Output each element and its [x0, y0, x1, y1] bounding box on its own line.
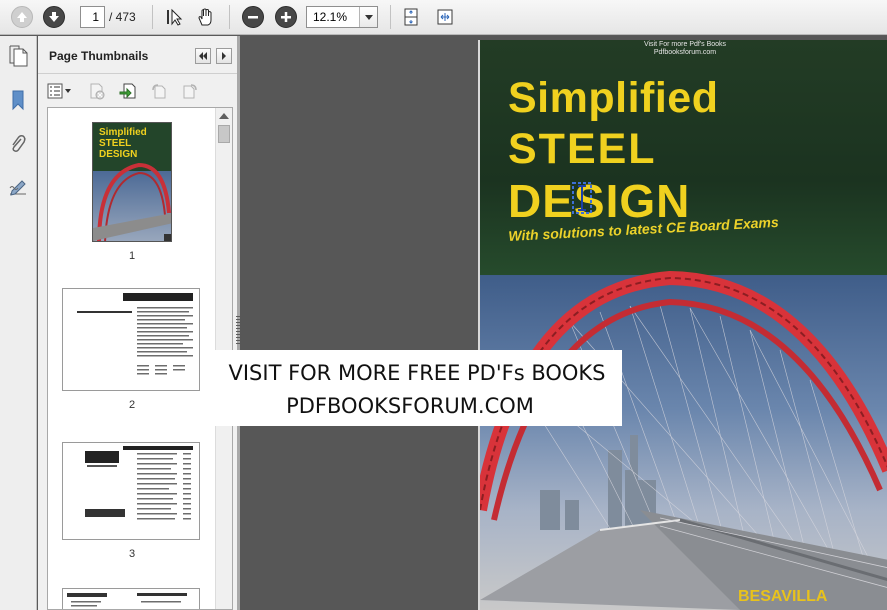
signature-icon[interactable] — [4, 174, 32, 202]
chevron-down-icon[interactable] — [359, 7, 377, 27]
thumbnail-page-3[interactable] — [62, 442, 200, 540]
text-select-cursor-icon — [572, 182, 592, 214]
scroll-up-icon[interactable] — [219, 113, 229, 119]
navigation-rail — [0, 36, 37, 610]
thumbnails-panel: Page Thumbnails Simplified STEEL DESIGN … — [38, 36, 237, 610]
toolbar-divider — [390, 5, 391, 29]
zoom-select[interactable]: 12.1% — [306, 6, 378, 28]
insert-page-icon[interactable] — [118, 81, 140, 101]
cover-notice: Visit For more Pdf's Books Pdfbooksforum… — [643, 41, 727, 56]
hand-icon[interactable] — [193, 5, 219, 29]
pages-icon[interactable] — [4, 42, 32, 70]
toolbar-divider — [229, 5, 230, 29]
delete-page-icon[interactable] — [86, 81, 108, 101]
thumbnail-page-2[interactable] — [62, 288, 200, 391]
cover-title-line1: Simplified — [508, 74, 719, 122]
promo-banner: VISIT FOR MORE FREE PD'Fs BOOKS PDFBOOKS… — [212, 350, 622, 426]
rotate-right-icon[interactable] — [179, 81, 201, 101]
fit-page-icon[interactable] — [398, 5, 424, 29]
thumbnail-page-1[interactable]: Simplified STEEL DESIGN — [92, 122, 172, 242]
thumbnail-label: 2 — [128, 399, 136, 411]
options-icon[interactable] — [46, 81, 74, 101]
panel-header: Page Thumbnails — [38, 36, 237, 74]
select-cursor-icon[interactable] — [162, 5, 188, 29]
thumbnail-label: 1 — [128, 250, 136, 262]
cover-author: BESAVILLA — [738, 588, 828, 605]
bookmark-icon[interactable] — [4, 86, 32, 114]
thumbnail-page-4[interactable] — [62, 588, 200, 609]
toolbar-divider — [152, 5, 153, 29]
banner-line2: PDFBOOKSFORUM.COM — [286, 394, 534, 418]
page-number-input[interactable]: 1 — [80, 6, 105, 28]
thumbnail-list: Simplified STEEL DESIGN 1 2 3 — [47, 107, 233, 610]
banner-line1: VISIT FOR MORE FREE PD'Fs BOOKS — [228, 361, 606, 385]
zoom-in-icon[interactable] — [273, 5, 299, 29]
panel-toolbar — [38, 76, 237, 106]
fit-width-icon[interactable] — [432, 5, 458, 29]
panel-title: Page Thumbnails — [49, 49, 149, 63]
page-total-label: / 473 — [109, 10, 136, 24]
arrow-up-icon[interactable] — [9, 5, 35, 29]
zoom-value: 12.1% — [313, 10, 348, 24]
cover-title-line2: STEEL — [508, 125, 657, 173]
thumbnail-title: Simplified STEEL DESIGN — [99, 127, 147, 160]
collapse-panel-icon[interactable] — [195, 48, 211, 64]
document-page[interactable]: Visit For more Pdf's Books Pdfbooksforum… — [478, 40, 887, 610]
scrollbar-thumb[interactable] — [218, 125, 230, 143]
rotate-left-icon[interactable] — [148, 81, 170, 101]
attachment-icon[interactable] — [4, 130, 32, 158]
thumbnail-label: 3 — [128, 548, 136, 560]
expand-panel-icon[interactable] — [216, 48, 232, 64]
toolbar: 1 / 473 12.1% — [0, 0, 887, 35]
zoom-out-icon[interactable] — [240, 5, 266, 29]
arrow-down-icon[interactable] — [41, 5, 67, 29]
